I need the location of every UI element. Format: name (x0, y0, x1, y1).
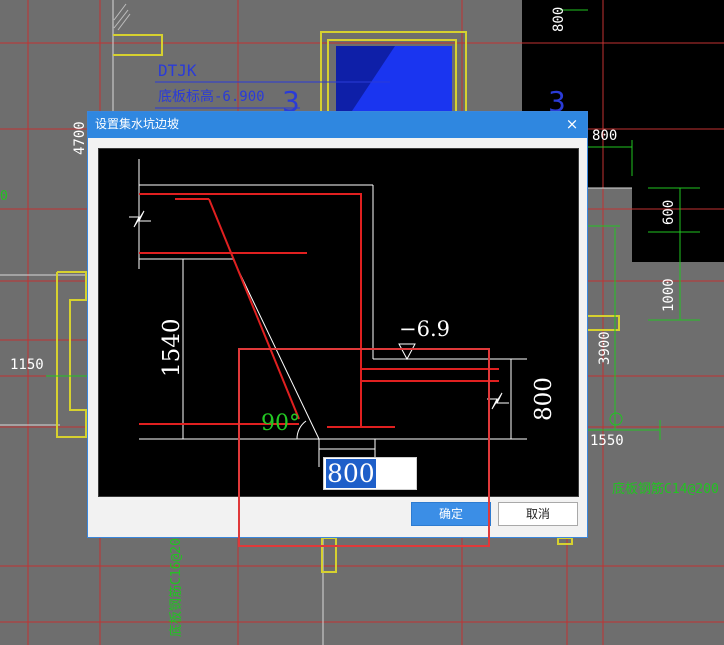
cad-label-rebar-bottom: 底板钢筋C16@200 (168, 530, 184, 637)
cad-label-dim-1550: 1550 (590, 433, 624, 449)
slope-width-input[interactable]: 800 (323, 457, 417, 490)
elevation-marker-icon (398, 343, 416, 361)
cad-label-dim-1000: 1000 (661, 278, 677, 312)
slope-diagram: 1540 90° −6.9 800 (98, 148, 579, 497)
ok-button[interactable]: 确定 (411, 502, 491, 526)
dialog-titlebar[interactable]: 设置集水坑边坡 × (88, 112, 587, 138)
slope-diagram-svg: 1540 90° −6.9 800 (129, 159, 557, 467)
cancel-button[interactable]: 取消 (498, 502, 578, 526)
cad-axis-bubble (609, 412, 623, 426)
cad-label-dim-800-right: 800 (592, 128, 617, 144)
right-dimension-label: 800 (531, 377, 557, 421)
slope-width-value: 800 (326, 459, 376, 488)
cad-label-dim-800-top: 800 (551, 7, 567, 32)
dialog-title: 设置集水坑边坡 (95, 117, 180, 131)
close-icon[interactable]: × (563, 114, 581, 134)
cad-label-dim-600: 600 (661, 200, 677, 225)
diagram-outline-lines (138, 159, 527, 467)
cad-label-elevation: 底板标高-6.900 (158, 88, 265, 105)
cad-label-dim-3900: 3900 (597, 331, 613, 365)
cad-label-dtjk: DTJK (158, 61, 197, 80)
cad-hatch (113, 3, 131, 31)
elevation-label: −6.9 (399, 317, 450, 341)
cad-label-rebar-right: 底板钢筋C14@200 (612, 481, 719, 497)
cad-label-edge-zero: 0 (0, 189, 8, 204)
diagram-rebar-lines (139, 193, 499, 428)
depth-dimension-label: 1540 (159, 318, 185, 377)
slope-angle-label: 90° (261, 411, 300, 436)
pit-slope-dialog: 设置集水坑边坡 × 1540 90° −6.9 800 800 确定 取消 (87, 111, 588, 538)
cad-label-dim-4700: 4700 (72, 121, 88, 155)
diagram-break-symbols (129, 210, 509, 410)
cad-label-dim-1150: 1150 (10, 357, 44, 373)
